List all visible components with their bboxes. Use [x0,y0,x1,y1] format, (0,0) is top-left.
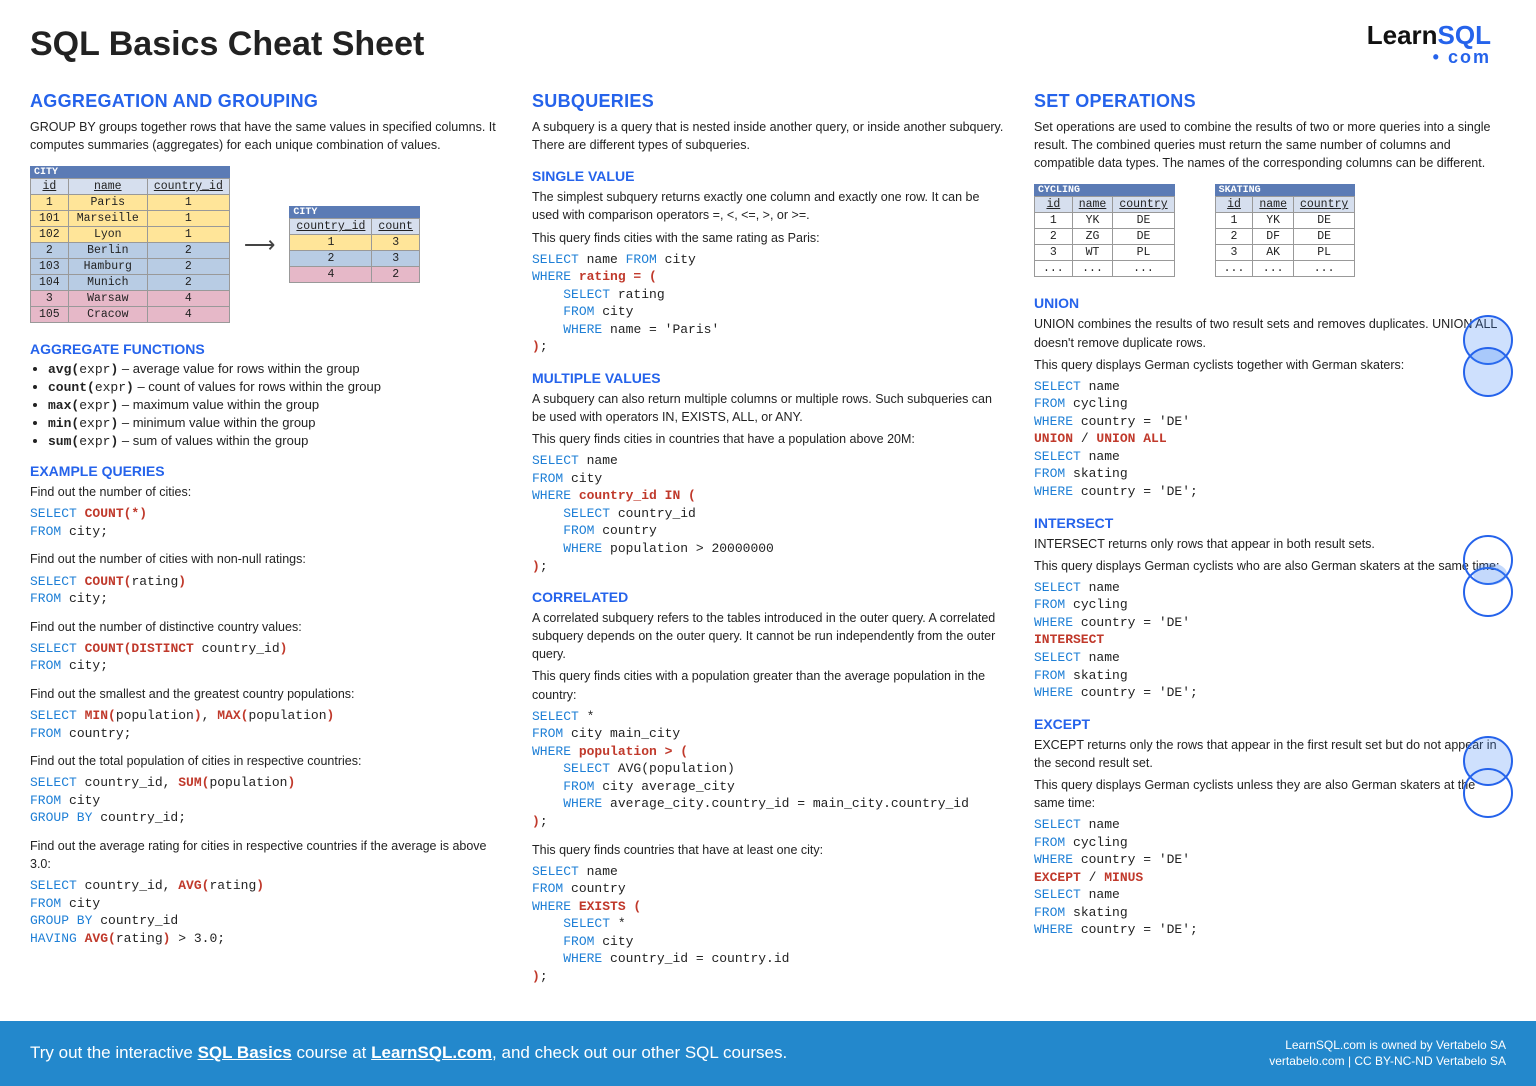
agg-function-item: avg(expr) – average value for rows withi… [48,361,502,377]
heading-except: EXCEPT [1034,716,1506,732]
footer-link-site[interactable]: LearnSQL.com [371,1043,492,1062]
page-title: SQL Basics Cheat Sheet [30,25,1506,64]
column-subqueries: SUBQUERIES A subquery is a query that is… [532,79,1004,996]
except-desc: EXCEPT returns only the rows that appear… [1034,736,1506,772]
heading-union: UNION [1034,295,1506,311]
example-desc: Find out the number of cities: [30,483,502,501]
example-query: SELECT country_id, AVG(rating) FROM city… [30,877,502,947]
example-desc: Find out the average rating for cities i… [30,837,502,873]
except-query: SELECT name FROM cycling WHERE country =… [1034,816,1506,939]
example-desc: Find out the number of cities with non-n… [30,550,502,568]
heading-aggregation: AGGREGATION AND GROUPING [30,91,502,112]
city-table: CITYidnamecountry_id1Paris1101Marseille1… [30,166,230,323]
single-desc: The simplest subquery returns exactly on… [532,188,1004,224]
corr-query: SELECT * FROM city main_city WHERE popul… [532,708,1004,831]
brand-logo: LearnSQL • com [1367,20,1491,68]
agg-function-item: count(expr) – count of values for rows w… [48,379,502,395]
agg-function-item: sum(expr) – sum of values within the gro… [48,433,502,449]
venn-intersect-icon [1463,535,1518,625]
footer-text: Try out the interactive SQL Basics cours… [30,1043,787,1063]
venn-union-icon [1463,315,1518,405]
column-aggregation: AGGREGATION AND GROUPING GROUP BY groups… [30,79,502,996]
example-query: SELECT COUNT(*) FROM city; [30,505,502,540]
heading-example-queries: EXAMPLE QUERIES [30,463,502,479]
example-desc: Find out the smallest and the greatest c… [30,685,502,703]
column-set-operations: SET OPERATIONS Set operations are used t… [1034,79,1506,996]
single-lead: This query finds cities with the same ra… [532,229,1004,247]
example-query: SELECT COUNT(DISTINCT country_id) FROM c… [30,640,502,675]
heading-intersect: INTERSECT [1034,515,1506,531]
venn-except-icon [1463,736,1518,826]
union-desc: UNION combines the results of two result… [1034,315,1506,351]
except-lead: This query displays German cyclists unle… [1034,776,1506,812]
corr2-query: SELECT name FROM country WHERE EXISTS ( … [532,863,1004,986]
heading-multiple-values: MULTIPLE VALUES [532,370,1004,386]
union-query: SELECT name FROM cycling WHERE country =… [1034,378,1506,501]
arrow-icon: ⟶ [244,232,276,258]
heading-single-value: SINGLE VALUE [532,168,1004,184]
footer: Try out the interactive SQL Basics cours… [0,1021,1536,1086]
intersect-desc: INTERSECT returns only rows that appear … [1034,535,1506,553]
heading-agg-functions: AGGREGATE FUNCTIONS [30,341,502,357]
intersect-query: SELECT name FROM cycling WHERE country =… [1034,579,1506,702]
city-result-table: CITYcountry_idcount132342 [289,206,420,283]
set-desc: Set operations are used to combine the r… [1034,118,1506,172]
multi-lead: This query finds cities in countries tha… [532,430,1004,448]
corr-desc: A correlated subquery refers to the tabl… [532,609,1004,663]
subqueries-desc: A subquery is a query that is nested ins… [532,118,1004,154]
multi-query: SELECT name FROM city WHERE country_id I… [532,452,1004,575]
skating-table: SKATINGidnamecountry1YKDE2DFDE3AKPL.....… [1215,184,1356,277]
union-lead: This query displays German cyclists toge… [1034,356,1506,374]
agg-functions-list: avg(expr) – average value for rows withi… [30,361,502,449]
footer-link-course[interactable]: SQL Basics [198,1043,292,1062]
agg-function-item: min(expr) – minimum value within the gro… [48,415,502,431]
heading-subqueries: SUBQUERIES [532,91,1004,112]
example-query: SELECT country_id, SUM(population) FROM … [30,774,502,827]
heading-correlated: CORRELATED [532,589,1004,605]
agg-description: GROUP BY groups together rows that have … [30,118,502,154]
example-query: SELECT MIN(population), MAX(population) … [30,707,502,742]
multi-desc: A subquery can also return multiple colu… [532,390,1004,426]
example-query: SELECT COUNT(rating) FROM city; [30,573,502,608]
heading-set-operations: SET OPERATIONS [1034,91,1506,112]
footer-credits: LearnSQL.com is owned by Vertabelo SA ve… [1269,1037,1506,1071]
example-desc: Find out the total population of cities … [30,752,502,770]
corr2-lead: This query finds countries that have at … [532,841,1004,859]
example-desc: Find out the number of distinctive count… [30,618,502,636]
agg-function-item: max(expr) – maximum value within the gro… [48,397,502,413]
cycling-table: CYCLINGidnamecountry1YKDE2ZGDE3WTPL.....… [1034,184,1175,277]
single-query: SELECT name FROM city WHERE rating = ( S… [532,251,1004,356]
corr-lead: This query finds cities with a populatio… [532,667,1004,703]
intersect-lead: This query displays German cyclists who … [1034,557,1506,575]
